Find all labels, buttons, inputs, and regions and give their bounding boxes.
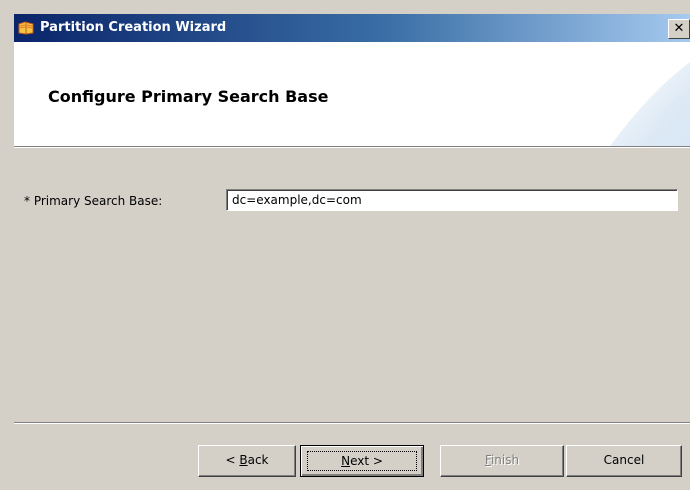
primary-search-base-input[interactable] <box>226 189 678 211</box>
footer-separator <box>14 422 690 424</box>
primary-search-base-label: * Primary Search Base: <box>24 194 163 208</box>
title-bar[interactable]: Partition Creation Wizard ✕ <box>14 14 690 42</box>
page-title: Configure Primary Search Base <box>48 87 329 106</box>
focus-ring: Next > <box>307 451 417 471</box>
window-title: Partition Creation Wizard <box>40 20 227 35</box>
header-decoration <box>610 62 690 146</box>
wizard-app-icon <box>18 21 34 35</box>
header-separator <box>14 146 690 148</box>
close-button[interactable]: ✕ <box>668 19 690 39</box>
wizard-header: Configure Primary Search Base <box>14 42 690 146</box>
wizard-window: Partition Creation Wizard ✕ Configure Pr… <box>14 14 690 490</box>
back-button[interactable]: < Back <box>198 445 296 477</box>
close-icon: ✕ <box>673 21 685 36</box>
cancel-button[interactable]: Cancel <box>566 445 682 477</box>
finish-button: Finish <box>440 445 564 477</box>
next-button[interactable]: Next > <box>300 445 424 477</box>
